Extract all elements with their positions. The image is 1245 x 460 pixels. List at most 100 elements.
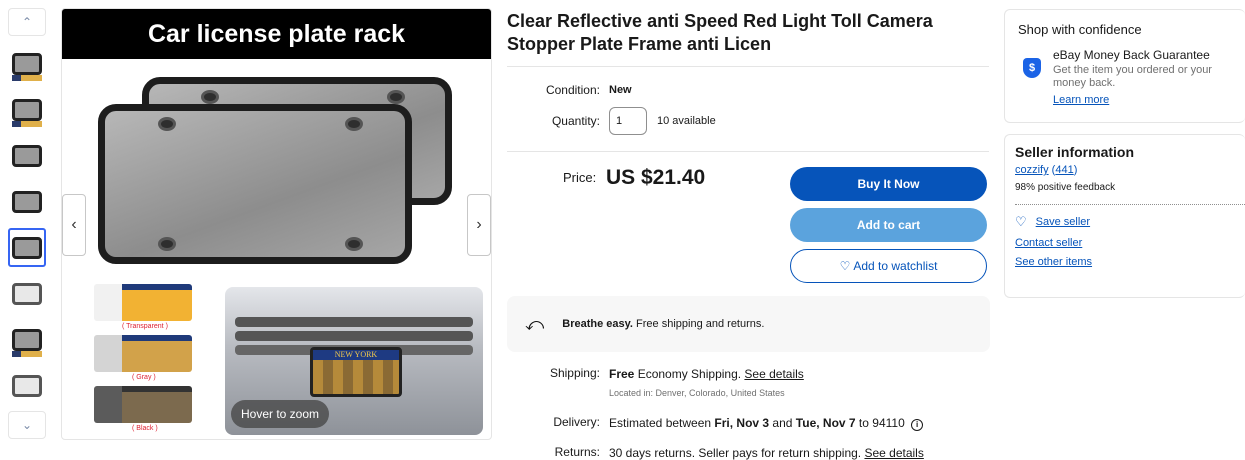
thumbnail-image [12, 52, 42, 81]
swatch-transparent: ( Transparent ) [94, 284, 194, 330]
thumbnail-scroll-up-button[interactable]: ⌃ [8, 8, 46, 36]
delivery-row: Delivery: Estimated between Fri, Nov 3 a… [507, 415, 990, 431]
swatch-label: ( Gray ) [132, 374, 156, 381]
heart-icon: ♡ [1015, 214, 1027, 229]
color-swatches: ( Transparent ) ( Gray ) ( Black ) [94, 284, 194, 437]
swatch-right [122, 386, 192, 423]
delivery-start: Fri, Nov 3 [714, 416, 770, 430]
shop-with-confidence-card: Shop with confidence $ eBay Money Back G… [1004, 9, 1245, 123]
shipping-row: Shipping: Free Economy Shipping. See det… [507, 366, 990, 401]
thumbnail-scroll-down-button[interactable]: ⌄ [8, 411, 46, 439]
seller-score-link[interactable]: 441 [1055, 164, 1073, 176]
available-count: 10 available [657, 115, 716, 127]
product-title: Clear Reflective anti Speed Red Light To… [507, 11, 933, 54]
price-section: Price: US $21.40 Buy It Now Add to cart … [507, 152, 990, 283]
returns-value: 30 days returns. Seller pays for return … [609, 445, 989, 460]
screw-hole [158, 237, 176, 251]
seller-title: Seller information [1015, 144, 1135, 160]
car-plate: NEW YORK [310, 347, 402, 397]
buy-it-now-button[interactable]: Buy It Now [790, 167, 987, 201]
info-icon[interactable]: i [911, 419, 924, 431]
swatch-label: ( Black ) [132, 425, 158, 432]
delivery-end: Tue, Nov 7 [795, 416, 856, 430]
thumbnail-image [12, 328, 42, 357]
divider [507, 66, 989, 67]
seller-feedback: 98% positive feedback [1015, 182, 1116, 193]
quantity-row: Quantity: 10 available [507, 107, 990, 135]
returns-text: 30 days returns. Seller pays for return … [609, 446, 865, 460]
thumbnail-1[interactable] [8, 44, 46, 83]
learn-more-link[interactable]: Learn more [1053, 94, 1109, 106]
thumbnail-7[interactable] [8, 320, 46, 359]
breathe-easy-bold: Breathe easy. [562, 318, 633, 330]
prev-image-button[interactable]: ‹ [62, 194, 86, 256]
thumbnail-image [12, 374, 42, 397]
breathe-easy-text: Breathe easy. Free shipping and returns. [562, 318, 764, 330]
guarantee-title: eBay Money Back Guarantee [1053, 48, 1210, 62]
seller-name-link[interactable]: cozzify [1015, 164, 1049, 176]
breathe-easy-rest: Free shipping and returns. [632, 318, 765, 330]
delivery-value: Estimated between Fri, Nov 3 and Tue, No… [609, 415, 989, 431]
shipping-value: Free Economy Shipping. See details Locat… [609, 366, 989, 401]
chevron-up-icon: ⌃ [21, 15, 33, 29]
guarantee-text-block: eBay Money Back Guarantee Get the item y… [1053, 48, 1245, 108]
price-value: US $21.40 [606, 166, 706, 189]
shipping-text: Economy Shipping. [634, 367, 745, 381]
swatch-left [94, 284, 122, 321]
money-back-guarantee: $ eBay Money Back Guarantee Get the item… [1018, 48, 1245, 108]
thumbnail-column: ⌃ ⌄ [8, 8, 46, 439]
thumbnail-image [12, 282, 42, 305]
product-info: Clear Reflective anti Speed Red Light To… [507, 10, 990, 460]
heart-icon: ♡ [839, 259, 851, 273]
thumbnail-list [8, 44, 46, 405]
swatch-right [122, 284, 192, 321]
swatch-left [94, 386, 122, 423]
thumbnail-4[interactable] [8, 182, 46, 221]
thumbnail-8[interactable] [8, 366, 46, 405]
condition-value: New [609, 84, 632, 96]
breathe-easy-banner: ⤺ Breathe easy. Free shipping and return… [507, 296, 990, 352]
add-to-watchlist-button[interactable]: ♡ Add to watchlist [790, 249, 987, 283]
shipping-free: Free [609, 367, 635, 381]
see-other-items-link[interactable]: See other items [1015, 256, 1245, 268]
condition-label: Condition: [545, 83, 600, 97]
chevron-down-icon: ⌄ [21, 418, 33, 432]
chevron-left-icon: ‹ [71, 216, 77, 233]
swatch-right [122, 335, 192, 372]
returns-row: Returns: 30 days returns. Seller pays fo… [507, 445, 990, 460]
next-image-button[interactable]: › [467, 194, 491, 256]
swatch-gray: ( Gray ) [94, 335, 194, 381]
shield-dollar-icon: $ [1023, 58, 1041, 78]
hover-to-zoom-hint: Hover to zoom [231, 400, 329, 428]
thumbnail-3[interactable] [8, 136, 46, 175]
main-product-image[interactable]: Car license plate rack ‹ › ( Transparent… [61, 8, 492, 440]
save-seller-row[interactable]: ♡ Save seller [1015, 214, 1245, 230]
swatch-label: ( Transparent ) [122, 323, 168, 330]
plate-frame-front [98, 104, 412, 264]
contact-seller-link[interactable]: Contact seller [1015, 237, 1245, 249]
returns-see-details-link[interactable]: See details [864, 446, 923, 460]
delivery-and: and [769, 416, 796, 430]
seller-information-card: Seller information cozzify (441) 98% pos… [1004, 134, 1245, 298]
thumbnail-image [12, 144, 42, 167]
condition-row: Condition: New [507, 81, 990, 99]
save-seller-link[interactable]: Save seller [1036, 216, 1090, 228]
thumbnail-6[interactable] [8, 274, 46, 313]
add-to-cart-button[interactable]: Add to cart [790, 208, 987, 242]
delivery-label: Delivery: [553, 415, 600, 429]
screw-hole [345, 237, 363, 251]
screw-hole [345, 117, 363, 131]
image-banner: Car license plate rack [62, 9, 491, 59]
thumbnail-image [12, 236, 42, 259]
return-arrow-icon: ⤺ [525, 313, 545, 334]
delivery-pre: Estimated between [609, 416, 715, 430]
dotted-divider [1015, 204, 1245, 205]
shipping-see-details-link[interactable]: See details [744, 367, 803, 381]
returns-label: Returns: [554, 445, 600, 459]
thumbnail-2[interactable] [8, 90, 46, 129]
guarantee-text: Get the item you ordered or your money b… [1053, 64, 1212, 89]
item-location: Located in: Denver, Colorado, United Sta… [609, 388, 785, 398]
quantity-input[interactable] [609, 107, 647, 135]
screw-hole [387, 90, 405, 104]
thumbnail-5[interactable] [8, 228, 46, 267]
